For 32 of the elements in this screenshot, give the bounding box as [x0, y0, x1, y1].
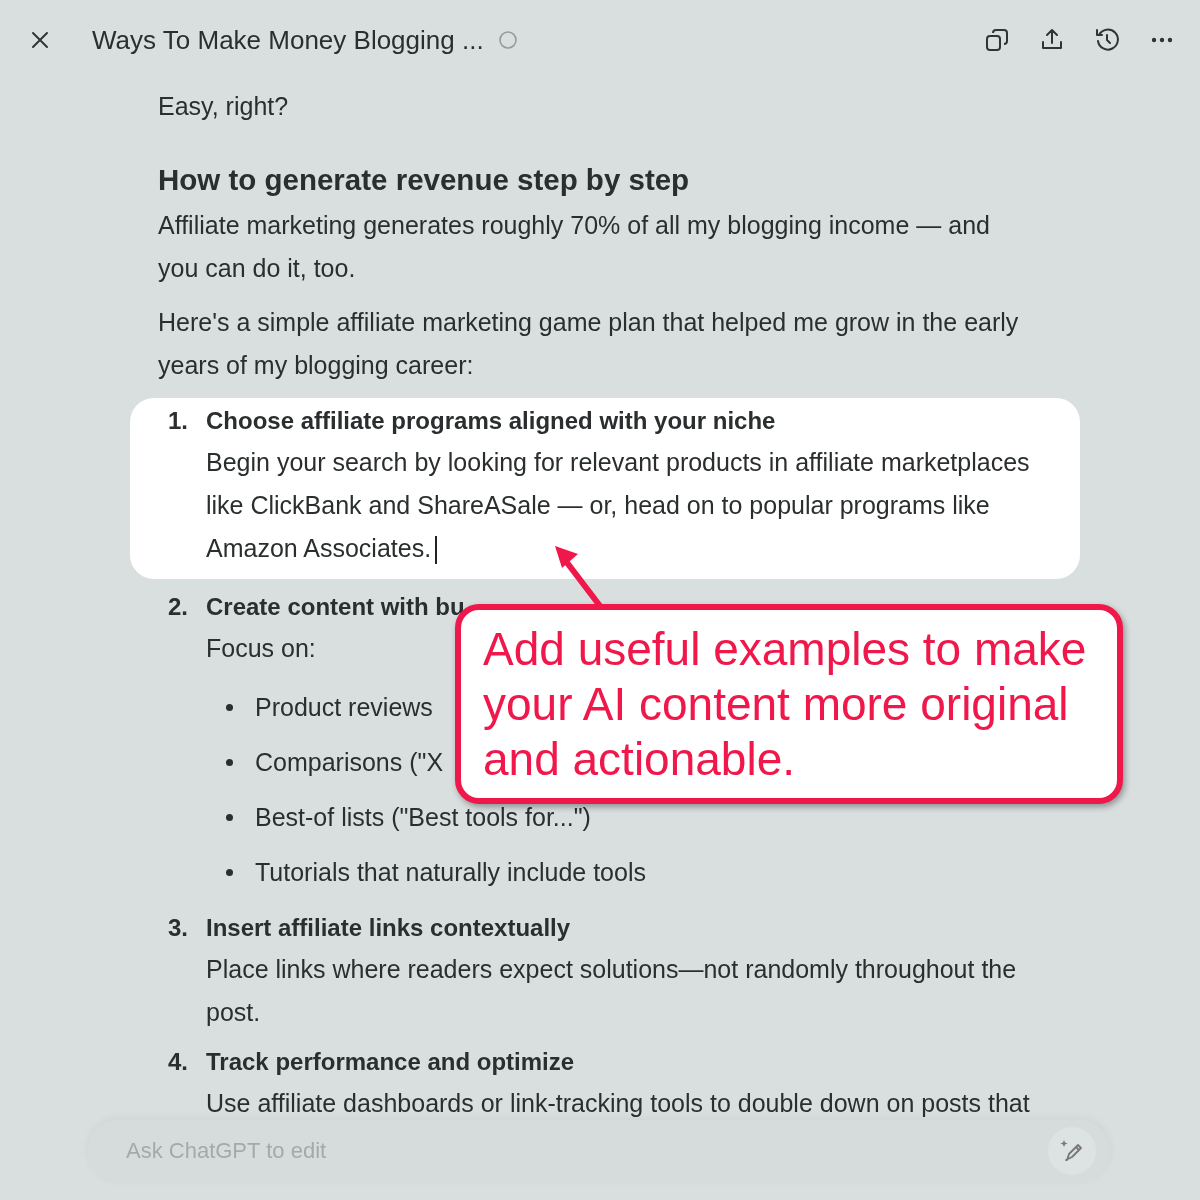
bullet-text: Product reviews	[255, 693, 433, 722]
bullet-icon	[226, 814, 233, 821]
step-title: Track performance and optimize	[206, 1047, 575, 1077]
paragraph: Easy, right?	[158, 91, 290, 122]
edit-button[interactable]	[1048, 1127, 1096, 1175]
status-circle-icon	[497, 30, 518, 50]
paragraph: Affiliate marketing generates roughly 70% of all my blogging income — and you can do it, too.	[158, 210, 991, 284]
copy-icon	[984, 27, 1010, 53]
step-number: 2.	[168, 592, 189, 622]
bullet-text: Best-of lists ("Best tools for...")	[255, 803, 591, 832]
more-icon	[1149, 37, 1175, 43]
step-text: Place links where readers expect solutions—not randomly throughout the post.	[206, 954, 1018, 1028]
step-title: Choose affiliate programs aligned with your niche	[206, 406, 776, 436]
step-text: Focus on:	[206, 633, 316, 664]
callout-text: Add useful examples to make your AI content more original and actionable.	[483, 622, 1088, 787]
section-heading: How to generate revenue step by step	[158, 162, 691, 198]
bullet-icon	[226, 759, 233, 766]
step-number: 4.	[168, 1047, 189, 1077]
bullet-icon	[226, 704, 233, 711]
bullet-text: Comparisons ("X	[255, 748, 444, 777]
close-icon	[30, 30, 50, 50]
bullet-icon	[226, 869, 233, 876]
paragraph: Here's a simple affiliate marketing game plan that helped me grow in the early years of my blogging career:	[158, 307, 1020, 381]
step-text: Use affiliate dashboards or link-tracking tools to double down on posts that	[206, 1088, 1030, 1119]
step-number: 3.	[168, 913, 189, 943]
history-icon	[1094, 27, 1120, 53]
bullet-text: Tutorials that naturally include tools	[255, 858, 646, 887]
step-text: Begin your search by looking for relevant products in affiliate marketplaces like ClickBank and ShareASale — or, head on to popular programs like Amazon Associates.	[206, 441, 1036, 570]
step-title: Insert affiliate links contextually	[206, 913, 571, 943]
step-title: Create content with bu	[206, 592, 465, 622]
step-number: 1.	[168, 406, 189, 436]
document-title: Ways To Make Money Blogging ...	[92, 24, 484, 56]
